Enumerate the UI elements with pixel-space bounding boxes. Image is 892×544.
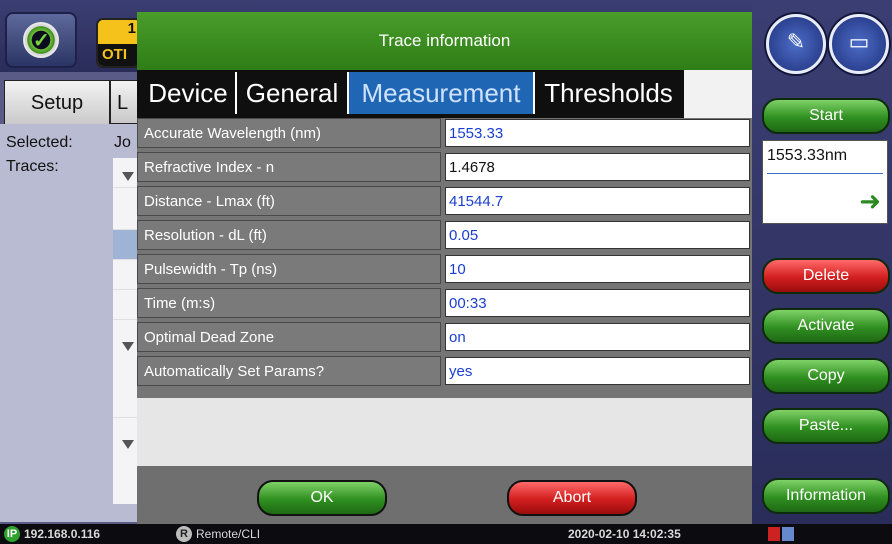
delete-button[interactable]: Delete xyxy=(762,258,890,294)
list-item[interactable] xyxy=(113,388,137,418)
start-button[interactable]: Start xyxy=(762,98,890,134)
information-button[interactable]: Information xyxy=(762,478,890,514)
tools-glyph-icon: ✎ xyxy=(786,29,806,54)
folder-icon[interactable]: ▭ xyxy=(829,14,889,74)
table-row: Pulsewidth - Tp (ns) 10 xyxy=(137,254,752,286)
tab-l-label: L xyxy=(117,92,129,114)
expand-arrow-icon[interactable] xyxy=(122,342,134,351)
table-row: Distance - Lmax (ft) 41544.7 xyxy=(137,186,752,218)
tab-setup-label: Setup xyxy=(30,92,84,114)
copy-button[interactable]: Copy xyxy=(762,358,890,394)
wavelength-line xyxy=(767,173,883,174)
row-value[interactable]: 1.4678 xyxy=(445,153,750,181)
home-logo-button[interactable]: ✓ xyxy=(5,12,77,68)
folder-glyph-icon: ▭ xyxy=(848,29,870,54)
table-row: Accurate Wavelength (nm) 1553.33 xyxy=(137,118,752,150)
ip-address: 192.168.0.116 xyxy=(24,527,101,541)
table-row: Time (m:s) 00:33 xyxy=(137,288,752,320)
wavelength-value: 1553.33nm xyxy=(767,147,848,164)
tab-setup[interactable]: Setup xyxy=(4,80,110,126)
row-value[interactable]: 0.05 xyxy=(445,221,750,249)
row-label: Time (m:s) xyxy=(137,288,441,318)
row-value[interactable]: 10 xyxy=(445,255,750,283)
table-row: Optimal Dead Zone on xyxy=(137,322,752,354)
traces-label: Traces: xyxy=(6,158,59,175)
tab-bar-spacer xyxy=(684,70,752,118)
table-row: Refractive Index - n 1.4678 xyxy=(137,152,752,184)
tab-device[interactable]: Device xyxy=(141,72,237,114)
expand-arrow-icon[interactable] xyxy=(122,172,134,181)
traces-list[interactable] xyxy=(113,158,137,504)
dialog-title: Trace information xyxy=(137,12,752,70)
background-tab-bar: Setup L xyxy=(0,80,150,126)
remote-icon: R xyxy=(176,526,192,542)
table-row: Resolution - dL (ft) 0.05 xyxy=(137,220,752,252)
ok-button[interactable]: OK xyxy=(257,480,387,516)
status-bar: IP 192.168.0.116 R Remote/CLI 2020-02-10… xyxy=(0,524,892,544)
row-value[interactable]: 1553.33 xyxy=(445,119,750,147)
otdr-badge-label: OTI xyxy=(98,44,140,66)
tab-measurement[interactable]: Measurement xyxy=(349,72,535,114)
row-label: Accurate Wavelength (nm) xyxy=(137,118,441,148)
list-item[interactable] xyxy=(113,260,137,290)
tab-thresholds[interactable]: Thresholds xyxy=(535,72,682,114)
ip-icon: IP xyxy=(4,526,20,542)
row-value[interactable]: yes xyxy=(445,357,750,385)
row-label: Refractive Index - n xyxy=(137,152,441,182)
row-value[interactable]: 41544.7 xyxy=(445,187,750,215)
selected-label: Selected: xyxy=(6,134,73,151)
list-item[interactable] xyxy=(113,230,137,260)
remote-status: Remote/CLI xyxy=(196,527,261,541)
wavelength-box[interactable]: 1553.33nm ➜ xyxy=(762,140,888,224)
usb-icon[interactable] xyxy=(782,527,794,541)
paste-button[interactable]: Paste... xyxy=(762,408,890,444)
activate-button[interactable]: Activate xyxy=(762,308,890,344)
row-value[interactable]: 00:33 xyxy=(445,289,750,317)
abort-button[interactable]: Abort xyxy=(507,480,637,516)
otdr-test-badge[interactable]: 1 OTI xyxy=(96,18,142,68)
row-value[interactable]: on xyxy=(445,323,750,351)
date-time: 2020-02-10 14:02:35 xyxy=(568,527,681,541)
row-label: Optimal Dead Zone xyxy=(137,322,441,352)
alert-icon[interactable] xyxy=(768,527,780,541)
row-label: Resolution - dL (ft) xyxy=(137,220,441,250)
table-row: Automatically Set Params? yes xyxy=(137,356,752,388)
selected-value: Jo xyxy=(114,134,131,151)
expand-arrow-icon[interactable] xyxy=(122,440,134,449)
dialog-footer: OK Abort xyxy=(137,466,752,524)
list-item[interactable] xyxy=(113,200,137,230)
checkmark-icon: ✓ xyxy=(33,30,50,52)
rotate-arrow-icon[interactable]: ➜ xyxy=(859,186,881,217)
tab-general[interactable]: General xyxy=(237,72,349,114)
row-label: Automatically Set Params? xyxy=(137,356,441,386)
row-label: Distance - Lmax (ft) xyxy=(137,186,441,216)
otdr-badge-number: 1 xyxy=(98,20,140,40)
tools-icon[interactable]: ✎ xyxy=(766,14,826,74)
list-item[interactable] xyxy=(113,290,137,320)
dialog-empty-area xyxy=(137,398,752,466)
dialog-tab-bar: Device General Measurement Thresholds xyxy=(137,70,752,118)
trace-information-dialog: Trace information Device General Measure… xyxy=(137,12,752,524)
row-label: Pulsewidth - Tp (ns) xyxy=(137,254,441,284)
